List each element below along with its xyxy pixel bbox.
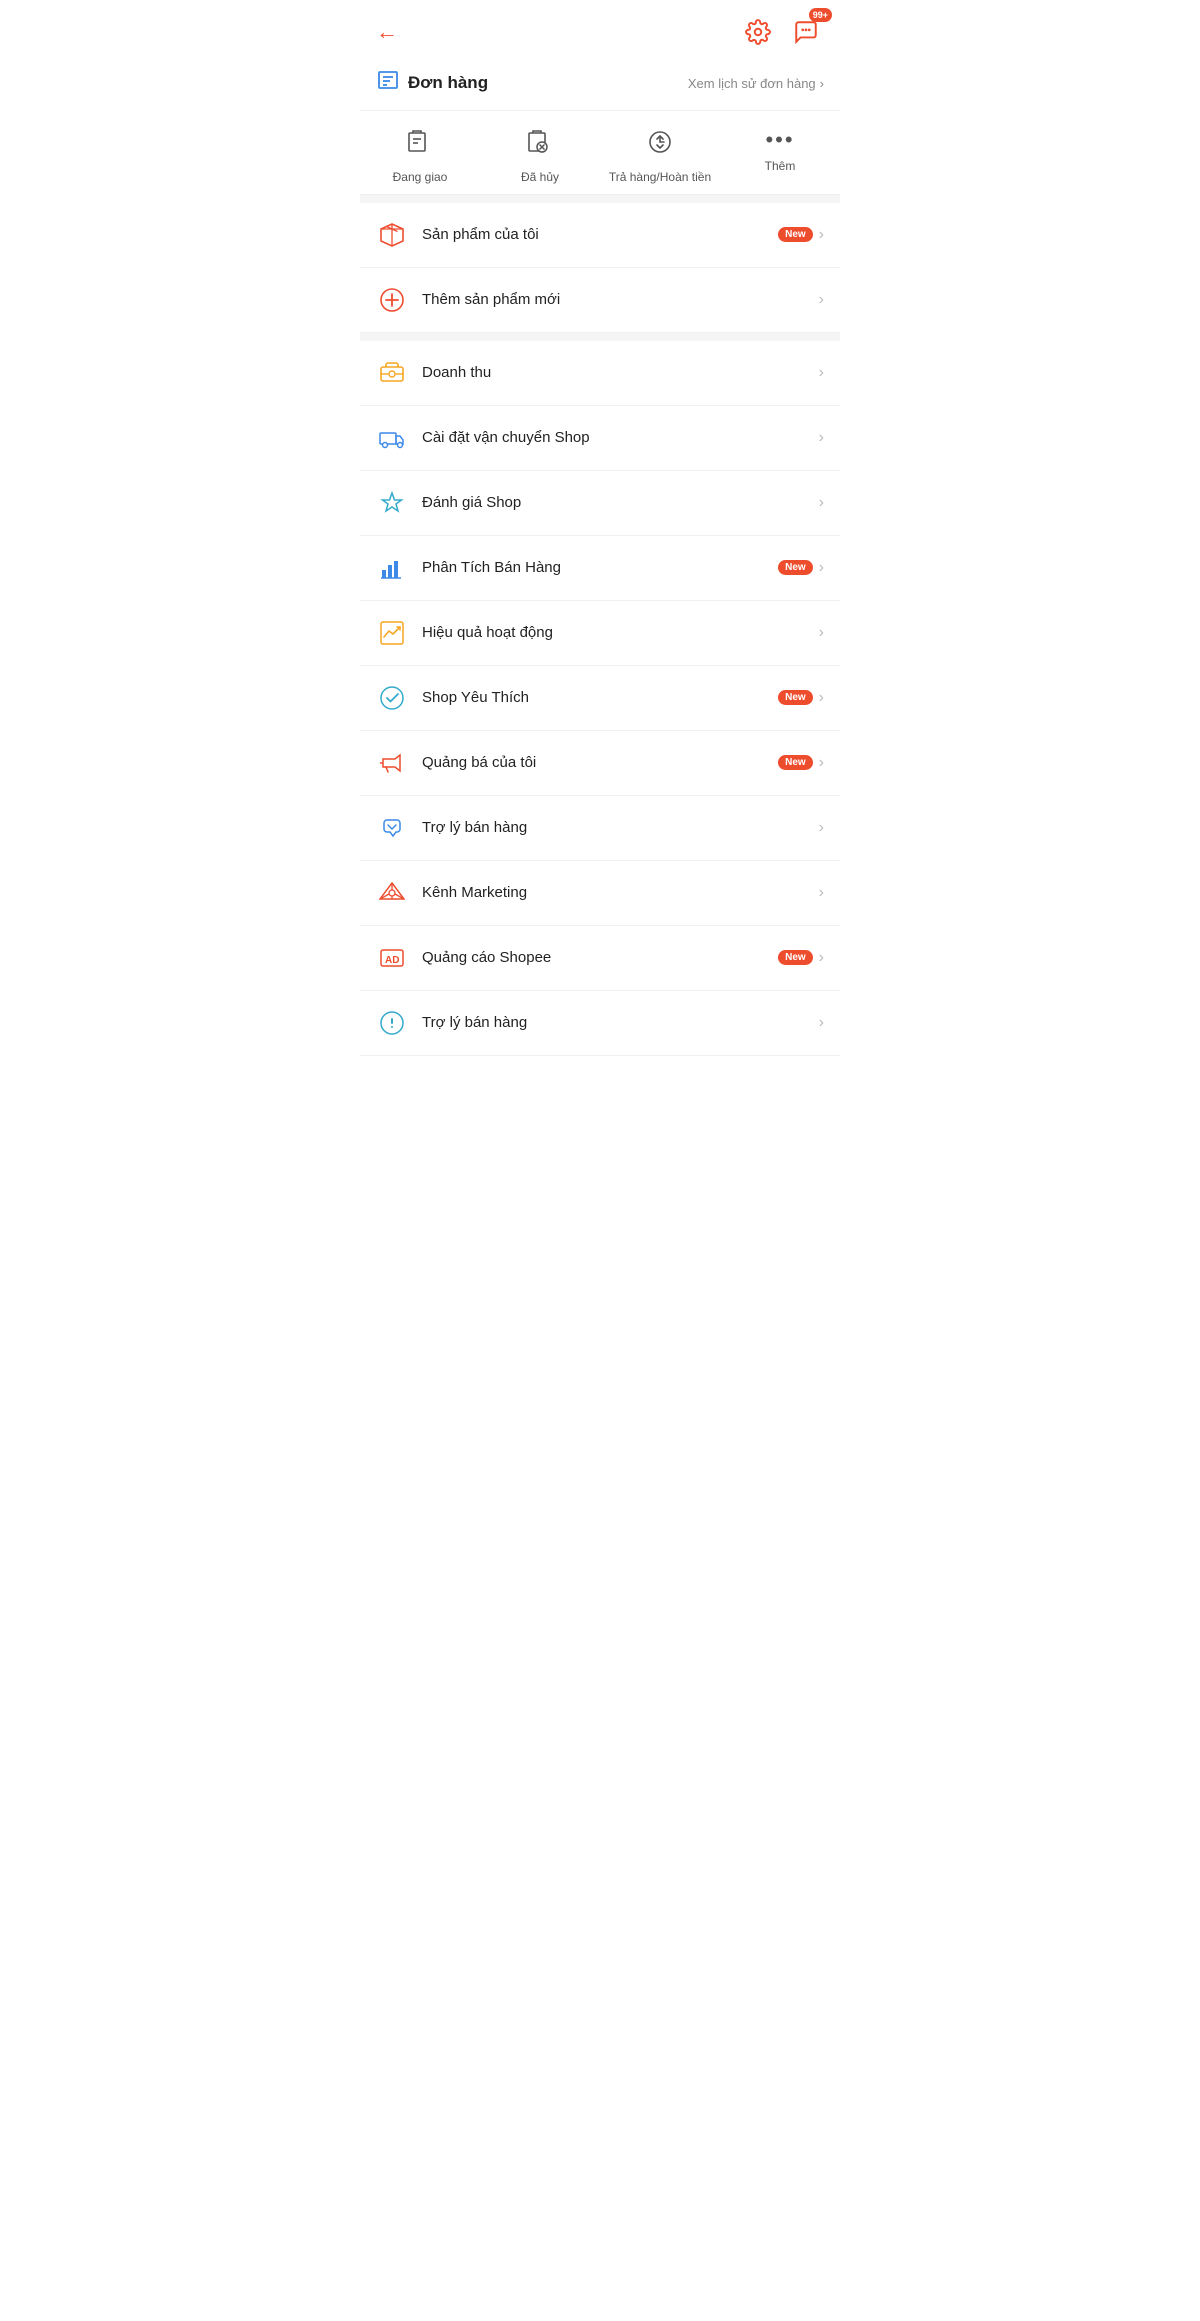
tab-dang-giao[interactable]: Đang giao (360, 127, 480, 186)
phan-tich-icon (376, 552, 408, 584)
san-pham-cua-toi-label: Sản phẩm của tôi (422, 226, 539, 243)
tro-ly-2-label: Trợ lý bán hàng (422, 1014, 527, 1031)
van-chuyen-icon (376, 422, 408, 454)
tab-them-label: Thêm (765, 159, 796, 175)
shop-yeu-thich-icon (376, 682, 408, 714)
san-pham-chevron: › (819, 226, 824, 244)
kenh-marketing-chevron: › (819, 884, 824, 902)
danh-gia-label: Đánh giá Shop (422, 494, 521, 511)
phan-tich-label: Phân Tích Bán Hàng (422, 559, 561, 576)
tro-ly-1-icon (376, 812, 408, 844)
tab-da-huy-label: Đã hủy (521, 170, 559, 186)
view-history-arrow: › (820, 76, 824, 91)
danh-gia-chevron: › (819, 494, 824, 512)
menu-item-doanh-thu[interactable]: Doanh thu › (360, 341, 840, 406)
menu-item-phan-tich[interactable]: Phân Tích Bán Hàng New › (360, 536, 840, 601)
da-huy-icon (525, 127, 555, 164)
shop-yeu-thich-chevron: › (819, 689, 824, 707)
menu-group-1: Sản phẩm của tôi New › Thêm sản phẩm mới… (360, 203, 840, 333)
danh-gia-icon (376, 487, 408, 519)
hieu-qua-label: Hiệu quả hoạt động (422, 624, 553, 641)
quang-cao-label: Quảng cáo Shopee (422, 949, 551, 966)
quang-cao-chevron: › (819, 949, 824, 967)
menu-item-quang-ba[interactable]: Quảng bá của tôi New › (360, 731, 840, 796)
quang-ba-label: Quảng bá của tôi (422, 754, 536, 771)
header: ← 99+ (360, 0, 840, 60)
svg-text:AD: AD (385, 955, 399, 966)
doanh-thu-chevron: › (819, 364, 824, 382)
shop-yeu-thich-badge: New (778, 690, 813, 705)
order-tabs: Đang giao Đã hủy Trả hàng/Hoàn tiền (360, 111, 840, 195)
them-san-pham-label: Thêm sản phẩm mới (422, 291, 560, 308)
menu-item-kenh-marketing[interactable]: Kênh Marketing › (360, 861, 840, 926)
header-icons: 99+ (740, 14, 824, 50)
tab-them[interactable]: ••• Thêm (720, 127, 840, 186)
view-history-text: Xem lịch sử đơn hàng (688, 76, 816, 91)
order-title-text: Đơn hàng (408, 73, 488, 93)
order-title-wrap: Đơn hàng (376, 68, 488, 98)
san-pham-icon (376, 219, 408, 251)
menu-item-shop-yeu-thich[interactable]: Shop Yêu Thích New › (360, 666, 840, 731)
tab-tra-hang-label: Trả hàng/Hoàn tiền (609, 170, 711, 186)
them-san-pham-icon (376, 284, 408, 316)
dang-giao-icon (405, 127, 435, 164)
kenh-marketing-label: Kênh Marketing (422, 884, 527, 901)
them-icon: ••• (765, 127, 794, 153)
tab-tra-hang[interactable]: Trả hàng/Hoàn tiền (600, 127, 720, 186)
menu-item-tro-ly-2[interactable]: Trợ lý bán hàng › (360, 991, 840, 1056)
tab-dang-giao-label: Đang giao (393, 170, 448, 186)
menu-item-hieu-qua[interactable]: Hiệu quả hoạt động › (360, 601, 840, 666)
tro-ly-1-label: Trợ lý bán hàng (422, 819, 527, 836)
menu-item-tro-ly-1[interactable]: Trợ lý bán hàng › (360, 796, 840, 861)
section-gap-1 (360, 333, 840, 341)
menu-item-danh-gia[interactable]: Đánh giá Shop › (360, 471, 840, 536)
order-header: Đơn hàng Xem lịch sử đơn hàng › (360, 60, 840, 111)
doanh-thu-icon (376, 357, 408, 389)
menu-item-them-san-pham[interactable]: Thêm sản phẩm mới › (360, 268, 840, 333)
view-history-button[interactable]: Xem lịch sử đơn hàng › (688, 76, 824, 91)
van-chuyen-label: Cài đặt vận chuyển Shop (422, 429, 590, 446)
hieu-qua-chevron: › (819, 624, 824, 642)
quang-cao-icon: AD (376, 942, 408, 974)
settings-button[interactable] (740, 14, 776, 50)
menu-item-san-pham-cua-toi[interactable]: Sản phẩm của tôi New › (360, 203, 840, 268)
menu-group-2: Doanh thu › Cài đặt vận chuyển Shop › (360, 341, 840, 1056)
quang-ba-icon (376, 747, 408, 779)
phan-tich-chevron: › (819, 559, 824, 577)
tro-ly-1-chevron: › (819, 819, 824, 837)
quang-ba-badge: New (778, 755, 813, 770)
menu-item-quang-cao[interactable]: AD Quảng cáo Shopee New › (360, 926, 840, 991)
order-icon (376, 68, 400, 98)
them-san-pham-chevron: › (819, 291, 824, 309)
chat-button[interactable]: 99+ (788, 14, 824, 50)
chat-badge: 99+ (809, 8, 832, 22)
shop-yeu-thich-label: Shop Yêu Thích (422, 689, 529, 706)
tro-ly-2-chevron: › (819, 1014, 824, 1032)
tra-hang-icon (645, 127, 675, 164)
phan-tich-new-badge: New (778, 560, 813, 575)
hieu-qua-icon (376, 617, 408, 649)
divider-1 (360, 195, 840, 203)
quang-ba-chevron: › (819, 754, 824, 772)
kenh-marketing-icon (376, 877, 408, 909)
tro-ly-2-icon (376, 1007, 408, 1039)
van-chuyen-chevron: › (819, 429, 824, 447)
tab-da-huy[interactable]: Đã hủy (480, 127, 600, 186)
gear-icon (745, 19, 771, 45)
san-pham-new-badge: New (778, 227, 813, 242)
doanh-thu-label: Doanh thu (422, 364, 491, 381)
quang-cao-badge: New (778, 950, 813, 965)
menu-item-van-chuyen[interactable]: Cài đặt vận chuyển Shop › (360, 406, 840, 471)
back-button[interactable]: ← (376, 19, 398, 45)
chat-icon (793, 19, 819, 45)
